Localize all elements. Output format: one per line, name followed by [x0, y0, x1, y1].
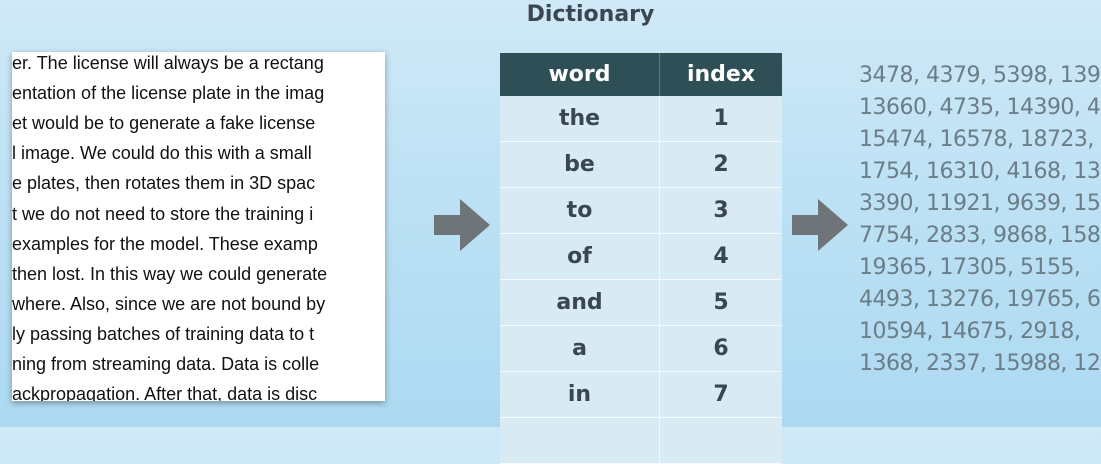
word-cell: a [500, 326, 660, 371]
encoded-sequence: 3478, 4379, 5398, 139 13660, 4735, 14390,… [859, 60, 1101, 380]
document-line: et would be to generate a fake license [12, 113, 316, 134]
dictionary-title: Dictionary [526, 2, 655, 27]
table-row: in 7 [500, 372, 782, 418]
encoded-line: 10594, 14675, 2918, [859, 319, 1081, 344]
right-arrow-icon [434, 199, 490, 251]
encoded-line: 4493, 13276, 19765, 6 [859, 287, 1101, 312]
word-cell: and [500, 280, 660, 325]
table-row [500, 418, 782, 464]
document-line: ly passing batches of training data to t [12, 323, 315, 344]
column-header-word: word [500, 53, 660, 96]
encoded-line: 15474, 16578, 18723, [859, 127, 1094, 152]
table-row: be 2 [500, 142, 782, 188]
word-cell: be [500, 142, 660, 187]
document-line: entation of the license plate in the ima… [12, 83, 325, 104]
encoded-line: 1368, 2337, 15988, 12 [859, 351, 1101, 376]
index-cell: 4 [713, 244, 729, 269]
word-cell: in [500, 372, 660, 417]
word-cell: of [500, 234, 660, 279]
index-cell: 2 [713, 152, 729, 177]
encoded-line: 3390, 11921, 9639, 15 [859, 191, 1101, 216]
document-line: then lost. In this way we could generate [12, 263, 328, 284]
word-cell: to [500, 188, 660, 233]
right-arrow-icon [792, 199, 848, 251]
table-row: the 1 [500, 96, 782, 142]
encoded-line: 13660, 4735, 14390, 4 [859, 95, 1101, 120]
encoded-line: 19365, 17305, 5155, [859, 255, 1081, 280]
index-cell: 6 [713, 336, 729, 361]
document-line: t we do not need to store the training i [12, 203, 314, 224]
document-line: e plates, then rotates them in 3D spac [12, 173, 316, 194]
table-row: of 4 [500, 234, 782, 280]
document-line: er. The license will always be a rectang [12, 53, 324, 73]
table-row: to 3 [500, 188, 782, 234]
index-cell: 7 [713, 382, 729, 407]
index-cell: 5 [713, 290, 729, 315]
table-row: and 5 [500, 280, 782, 326]
table-row: a6 [500, 326, 782, 372]
column-header-index: index [686, 62, 756, 87]
word-cell [500, 418, 660, 463]
encoded-line: 1754, 16310, 4168, 13 [859, 159, 1101, 184]
document-line: where. Also, since we are not bound by [12, 293, 326, 314]
table-header-row: word index [500, 53, 782, 96]
encoded-line: 7754, 2833, 9868, 158 [859, 223, 1101, 248]
document-line: l image. We could do this with a small [12, 143, 312, 164]
encoded-line: 3478, 4379, 5398, 139 [859, 63, 1101, 88]
text-document: er. The license will always be a rectang… [12, 52, 385, 401]
word-cell: the [500, 96, 660, 141]
index-cell: 3 [713, 198, 729, 223]
dictionary-table: word index the 1 be 2 to 3 of 4 and 5 a 6 in 7 [500, 53, 782, 464]
index-cell [660, 418, 782, 463]
document-line: ackpropagation. After that, data is disc [12, 384, 318, 401]
document-line: examples for the model. These examp [12, 233, 318, 254]
index-cell: 1 [713, 106, 729, 131]
document-line: ning from streaming data. Data is colle [12, 354, 320, 374]
